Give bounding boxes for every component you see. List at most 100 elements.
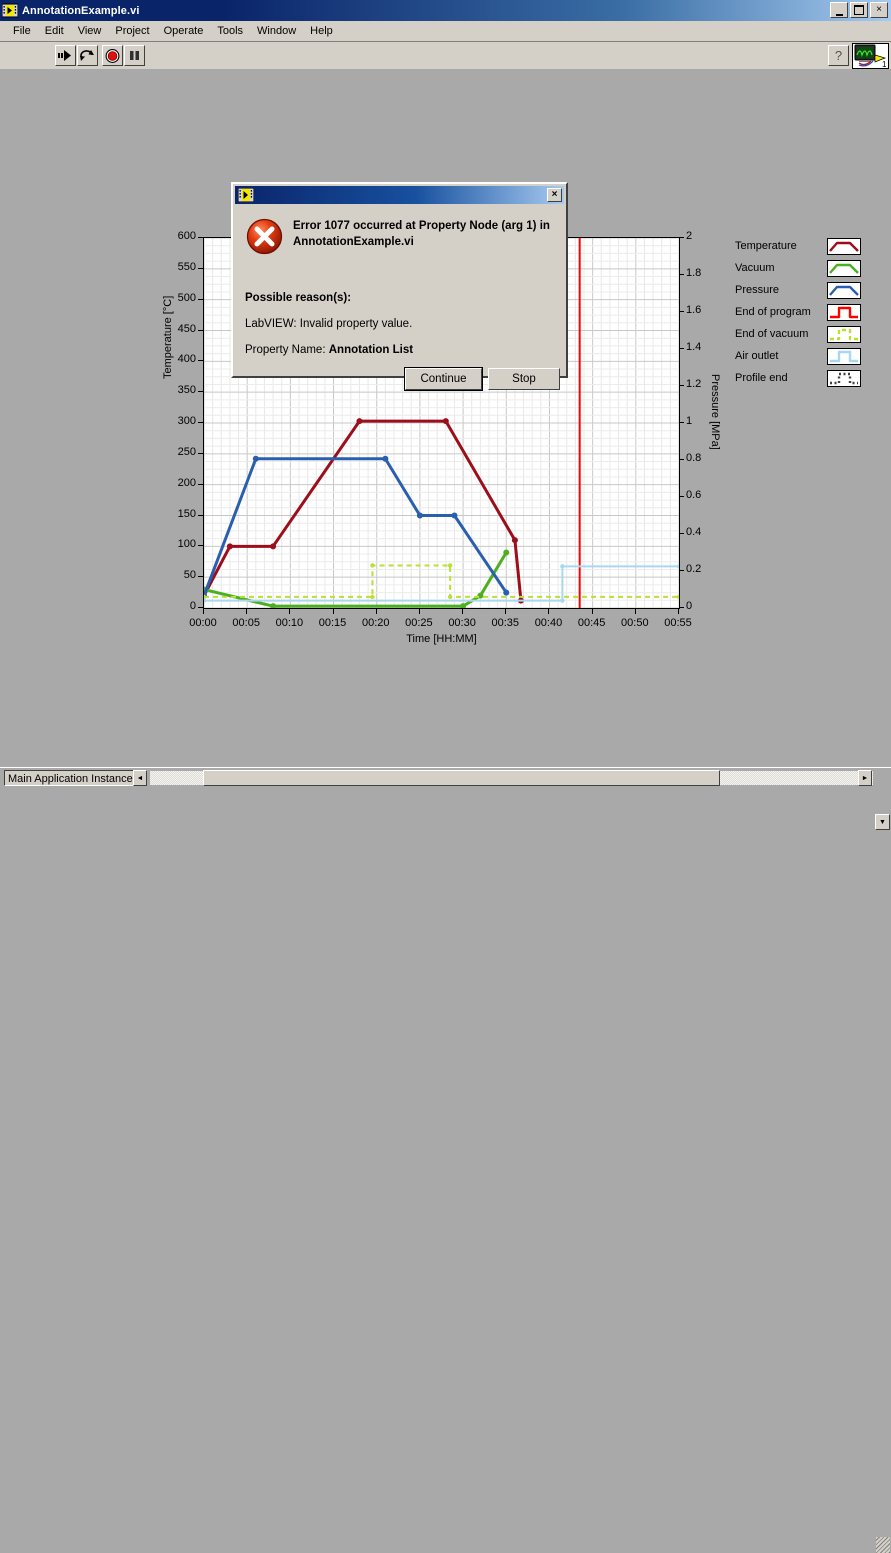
- stop-button[interactable]: Stop: [488, 368, 560, 390]
- status-bar: Main Application Instance ◄ ►: [0, 767, 891, 1553]
- scroll-right-button[interactable]: ►: [858, 770, 872, 786]
- x-tick: 00:55: [664, 617, 692, 629]
- y-tick-right: 0.8: [686, 452, 702, 464]
- window-title: AnnotationExample.vi: [22, 4, 140, 17]
- y-tick-left: 0: [189, 600, 196, 612]
- resize-grip[interactable]: [876, 1537, 890, 1553]
- right-arrow-icon: ►: [861, 774, 869, 782]
- dialog-body: Error 1077 occurred at Property Node (ar…: [235, 206, 564, 391]
- legend-item-label: Profile end: [735, 372, 788, 384]
- window-title-bar: AnnotationExample.vi ×: [0, 0, 891, 21]
- legend-swatch[interactable]: [827, 237, 861, 255]
- y-tick-left: 400: [177, 353, 196, 366]
- window-controls: ×: [830, 2, 888, 18]
- menu-tools[interactable]: Tools: [210, 23, 250, 39]
- x-tick: 00:15: [318, 617, 347, 629]
- pause-icon[interactable]: [124, 45, 145, 66]
- y-tick-right: 1.4: [686, 341, 702, 353]
- vi-connector-pane-icon[interactable]: 1: [852, 43, 889, 69]
- legend-item[interactable]: Temperature: [735, 235, 867, 257]
- labview-vi-icon: [1, 3, 19, 18]
- legend-item[interactable]: End of vacuum: [735, 323, 867, 345]
- menu-project-label: Project: [115, 25, 150, 37]
- x-tick: 00:30: [448, 617, 476, 629]
- dialog-property-label: Property Name:: [245, 344, 329, 356]
- legend-swatch[interactable]: [827, 281, 861, 299]
- scroll-left-button[interactable]: ◄: [133, 770, 147, 786]
- legend-swatch[interactable]: [827, 347, 861, 365]
- y-tick-left: 450: [177, 322, 196, 335]
- y-tick-right: 1.6: [686, 304, 702, 316]
- x-tick: 00:45: [577, 617, 606, 629]
- continue-button[interactable]: Continue: [404, 367, 483, 391]
- continue-button-label: Continue: [420, 373, 467, 385]
- legend-item[interactable]: Vacuum: [735, 257, 867, 279]
- error-x-icon: [246, 218, 283, 255]
- menu-help[interactable]: Help: [303, 23, 340, 39]
- menu-operate[interactable]: Operate: [157, 23, 211, 39]
- stop-button-label: Stop: [512, 373, 536, 385]
- legend-swatch[interactable]: [827, 303, 861, 321]
- horizontal-scrollbar-thumb[interactable]: [203, 770, 720, 786]
- legend-item-label: End of vacuum: [735, 328, 809, 340]
- close-button[interactable]: ×: [870, 2, 888, 18]
- y-tick-left: 250: [177, 445, 196, 458]
- legend-item-label: Vacuum: [735, 262, 775, 274]
- graph-legend[interactable]: Temperature Vacuum Pressure End of program E…: [735, 235, 867, 389]
- y-tick-right: 0.6: [686, 489, 702, 501]
- legend-item[interactable]: Profile end: [735, 367, 867, 389]
- y-tick-left: 200: [177, 476, 196, 489]
- y-tick-left: 150: [177, 507, 196, 520]
- menu-window[interactable]: Window: [250, 23, 303, 39]
- menu-project[interactable]: Project: [108, 23, 156, 39]
- error-dialog[interactable]: × Error 1077 occurred at Property Node (…: [231, 182, 568, 391]
- legend-item-label: Air outlet: [735, 350, 779, 362]
- menu-operate-label: Operate: [163, 25, 204, 37]
- abort-execution-icon[interactable]: [102, 45, 123, 66]
- legend-swatch[interactable]: [827, 259, 861, 277]
- question-mark-icon: ?: [834, 48, 843, 63]
- y-tick-left: 300: [177, 415, 196, 427]
- dialog-error-title: Error 1077 occurred at Property Node (ar…: [293, 220, 550, 248]
- menu-tools-label: Tools: [217, 25, 244, 37]
- dialog-close-button[interactable]: ×: [547, 188, 562, 202]
- legend-item-label: Temperature: [735, 240, 797, 252]
- x-tick: 00:00: [189, 617, 217, 629]
- application-instance-label[interactable]: Main Application Instance: [4, 770, 137, 786]
- menu-edit-label: Edit: [44, 25, 64, 37]
- legend-item[interactable]: Air outlet: [735, 345, 867, 367]
- y-tick-left: 550: [177, 260, 196, 273]
- y-tick-left: 500: [177, 291, 196, 304]
- menu-edit[interactable]: Edit: [38, 23, 71, 39]
- menu-view-label: View: [77, 25, 102, 37]
- y-tick-right: 0.4: [686, 526, 702, 538]
- run-continuously-icon[interactable]: [77, 45, 98, 66]
- x-tick: 00:05: [232, 617, 260, 629]
- menu-bar: File Edit View Project Operate Tools Win…: [0, 21, 891, 42]
- x-tick: 00:25: [405, 617, 433, 629]
- y-tick-left: 350: [177, 384, 196, 397]
- legend-item[interactable]: End of program: [735, 301, 867, 323]
- run-arrow-icon[interactable]: [55, 45, 76, 66]
- menu-view[interactable]: View: [71, 23, 109, 39]
- y-tick-right: 0.2: [686, 563, 702, 575]
- maximize-button[interactable]: [850, 2, 868, 18]
- scroll-up-button[interactable]: ▼: [875, 814, 890, 830]
- menu-file[interactable]: File: [6, 23, 38, 39]
- menu-help-label: Help: [310, 25, 333, 37]
- legend-swatch[interactable]: [827, 325, 861, 343]
- menu-window-label: Window: [257, 25, 297, 37]
- x-tick: 00:35: [491, 617, 520, 629]
- toolbar: ? 1: [0, 42, 891, 70]
- y-tick-right: 1: [686, 415, 693, 427]
- y-tick-right: 2: [686, 230, 693, 242]
- minimize-button[interactable]: [830, 2, 848, 18]
- legend-item[interactable]: Pressure: [735, 279, 867, 301]
- context-help-button[interactable]: ?: [828, 45, 849, 66]
- x-axis-title: Time [HH:MM]: [406, 633, 477, 645]
- y-tick-left: 50: [183, 569, 196, 582]
- x-tick: 00:40: [534, 617, 563, 629]
- dialog-property-line: Property Name: Annotation List: [245, 344, 413, 356]
- legend-swatch[interactable]: [827, 369, 861, 387]
- x-tick: 00:10: [275, 617, 304, 629]
